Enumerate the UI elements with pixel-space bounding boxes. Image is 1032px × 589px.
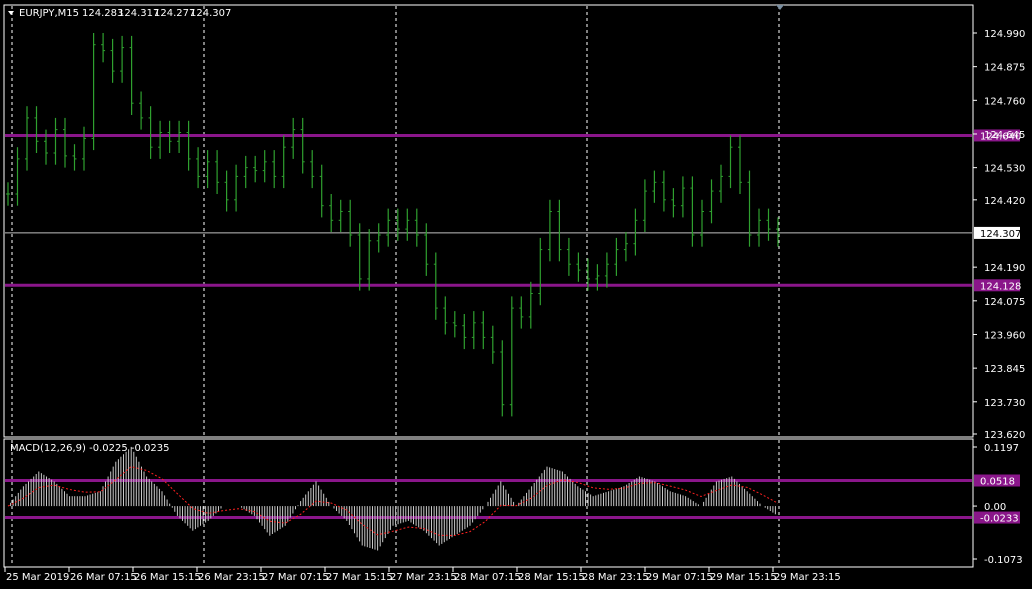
time-axis-label: 29 Mar 15:15 <box>710 572 777 583</box>
time-axis-label: 29 Mar 23:15 <box>774 572 841 583</box>
time-axis-label: 25 Mar 2019 <box>6 572 69 583</box>
time-axis-label: 28 Mar 15:15 <box>518 572 585 583</box>
price-axis-label: 123.845 <box>984 364 1025 375</box>
macd-axis-label: -0.1073 <box>984 555 1023 566</box>
time-axis-label: 27 Mar 07:15 <box>262 572 329 583</box>
level-price-label: 124.128 <box>980 281 1021 292</box>
main-panel[interactable] <box>3 4 974 438</box>
time-axis-label: 28 Mar 07:15 <box>454 572 521 583</box>
macd-axis-label: 0.00 <box>984 502 1006 513</box>
price-axis-label: 123.730 <box>984 398 1025 409</box>
price-axis-label: 124.190 <box>984 263 1025 274</box>
trading-chart[interactable]: 124.640124.1280.0518-0.0233124.307 124.9… <box>0 0 1032 589</box>
time-axis-label: 28 Mar 23:15 <box>582 572 649 583</box>
ohlc-close: 124.307 <box>190 8 231 19</box>
price-axis-label: 124.420 <box>984 196 1025 207</box>
price-axis-label: 124.645 <box>984 130 1025 141</box>
macd-level-label: 0.0518 <box>980 477 1015 488</box>
time-axis-label: 27 Mar 23:15 <box>390 572 457 583</box>
time-axis-label: 26 Mar 07:15 <box>70 572 137 583</box>
time-axis-label: 29 Mar 07:15 <box>646 572 713 583</box>
macd-title: MACD(12,26,9) -0.0225 -0.0235 <box>10 443 170 454</box>
macd-axis-label: 0.1197 <box>984 443 1019 454</box>
price-axis-label: 124.875 <box>984 63 1025 74</box>
macd-level-label: -0.0233 <box>980 514 1019 525</box>
symbol-title: EURJPY,M15 <box>19 8 79 19</box>
price-axis-label: 124.530 <box>984 164 1025 175</box>
price-axis-label: 124.990 <box>984 29 1025 40</box>
price-axis-label: 124.760 <box>984 96 1025 107</box>
current-price-label: 124.307 <box>980 229 1021 240</box>
macd-axis: 0.1197 0.00 -0.1073 <box>973 443 1023 566</box>
price-axis-label: 123.620 <box>984 430 1025 441</box>
time-axis: 25 Mar 2019 26 Mar 07:1526 Mar 15:1526 Ma… <box>4 567 841 583</box>
time-axis-label: 26 Mar 23:15 <box>198 572 265 583</box>
time-axis-label: 27 Mar 15:15 <box>326 572 393 583</box>
price-axis-label: 123.960 <box>984 330 1025 341</box>
price-axis-label: 124.075 <box>984 297 1025 308</box>
time-axis-label: 26 Mar 15:15 <box>134 572 201 583</box>
